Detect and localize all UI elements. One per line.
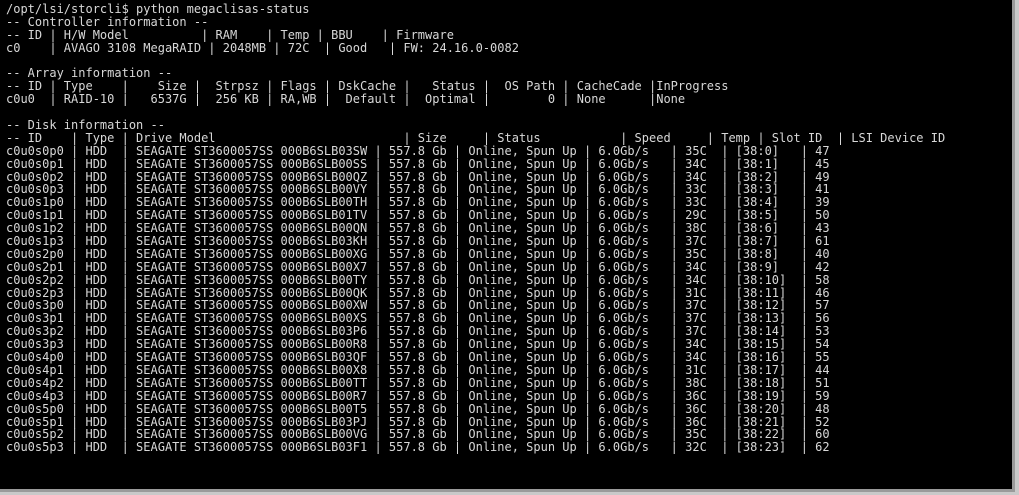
- output-line: -- Controller information --: [6, 14, 209, 29]
- output-line: c0u0s5p3 | HDD | SEAGATE ST3600057SS 000…: [6, 440, 830, 455]
- output-line: c0u0s5p0 | HDD | SEAGATE ST3600057SS 000…: [6, 401, 830, 416]
- output-line: c0u0s4p1 | HDD | SEAGATE ST3600057SS 000…: [6, 362, 830, 377]
- output-line: c0u0 | RAID-10 | 6537G | 256 KB | RA,WB …: [6, 92, 686, 107]
- terminal-window[interactable]: /opt/lsi/storcli$ python megaclisas-stat…: [0, 0, 1015, 492]
- output-line: -- ID | H/W Model | RAM | Temp | BBU | F…: [6, 27, 454, 42]
- output-line: -- Disk information --: [6, 118, 165, 133]
- output-line: -- ID | Type | Drive Model | Size | Stat…: [6, 130, 946, 145]
- output-line: c0u0s2p0 | HDD | SEAGATE ST3600057SS 000…: [6, 246, 830, 261]
- command-prompt-line: /opt/lsi/storcli$ python megaclisas-stat…: [6, 2, 310, 16]
- output-line: c0 | AVAGO 3108 MegaRAID | 2048MB | 72C …: [6, 40, 519, 55]
- output-line: c0u0s2p1 | HDD | SEAGATE ST3600057SS 000…: [6, 259, 830, 274]
- output-line: c0u0s0p0 | HDD | SEAGATE ST3600057SS 000…: [6, 143, 830, 158]
- terminal-output: /opt/lsi/storcli$ python megaclisas-stat…: [6, 3, 945, 454]
- output-line: c0u0s4p0 | HDD | SEAGATE ST3600057SS 000…: [6, 350, 830, 365]
- output-line: c0u0s1p3 | HDD | SEAGATE ST3600057SS 000…: [6, 234, 830, 249]
- output-line: c0u0s4p2 | HDD | SEAGATE ST3600057SS 000…: [6, 375, 830, 390]
- output-line: c0u0s4p3 | HDD | SEAGATE ST3600057SS 000…: [6, 388, 830, 403]
- output-line: c0u0s0p1 | HDD | SEAGATE ST3600057SS 000…: [6, 156, 830, 171]
- output-line: c0u0s2p2 | HDD | SEAGATE ST3600057SS 000…: [6, 272, 830, 287]
